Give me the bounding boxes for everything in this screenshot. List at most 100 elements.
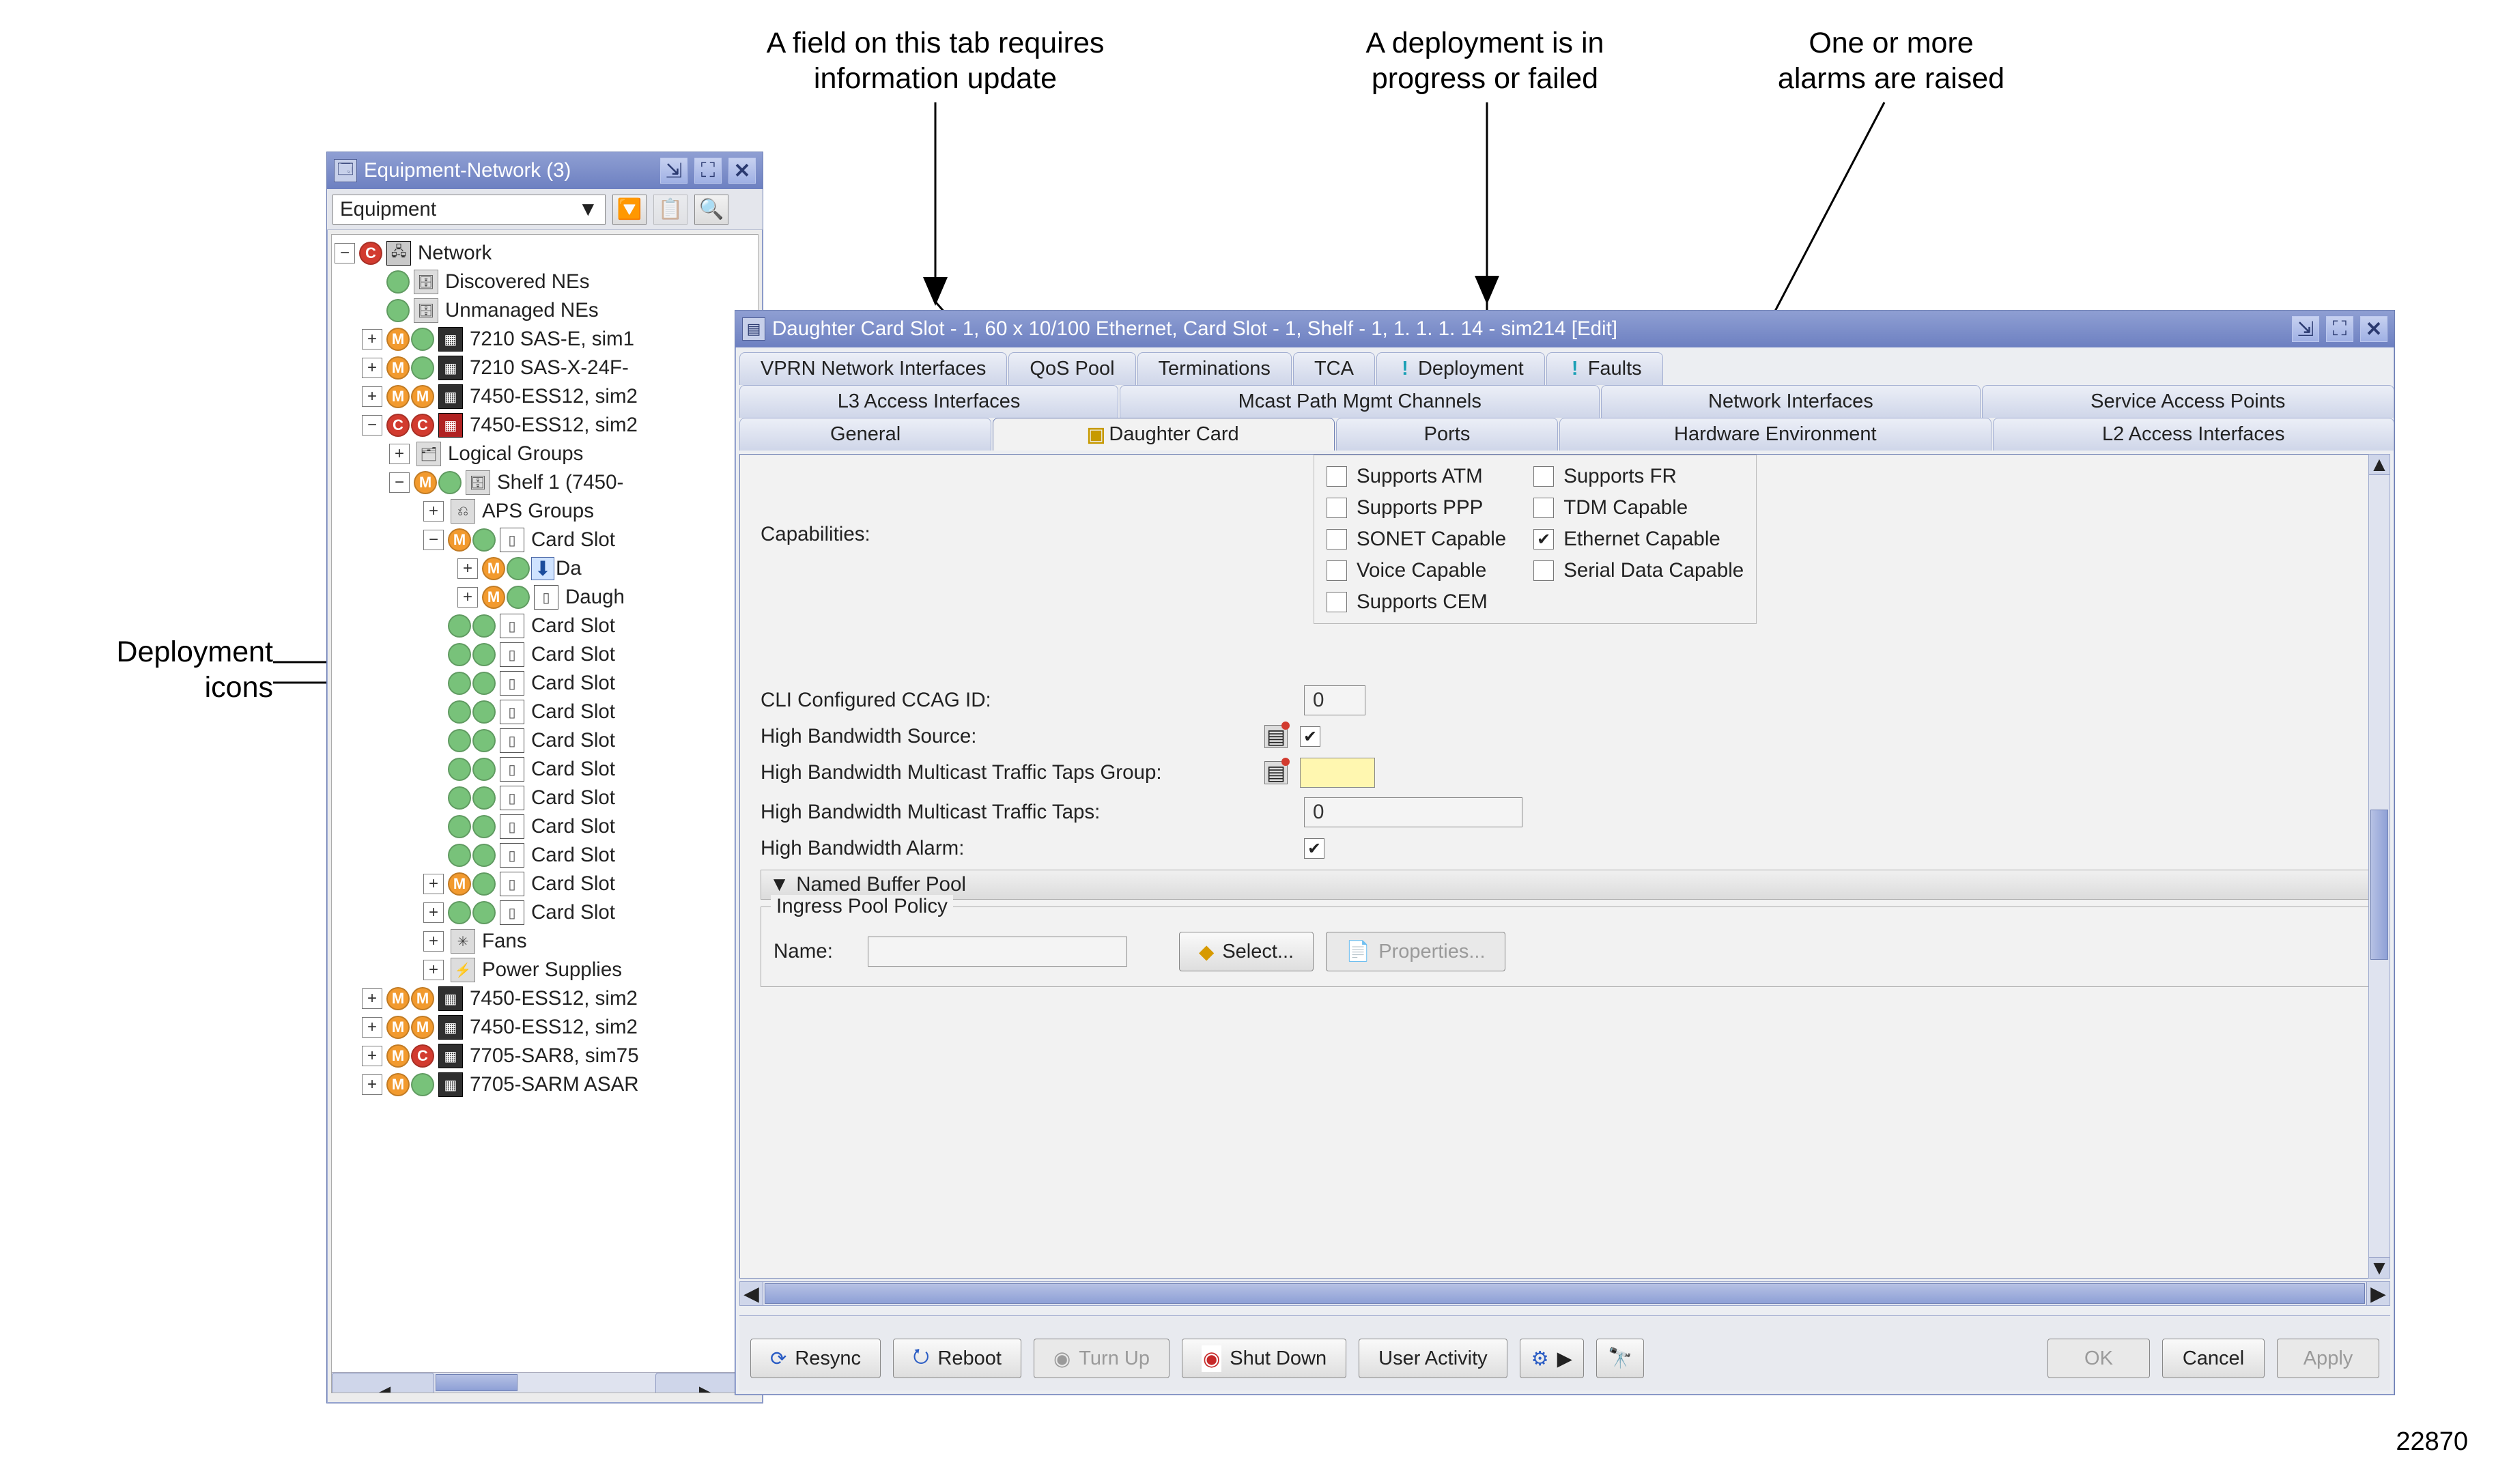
tree-item[interactable]: +M ▦7705-SARM ASAR (335, 1070, 755, 1099)
tab-tca[interactable]: TCA (1293, 352, 1375, 385)
user-activity-button[interactable]: User Activity (1359, 1339, 1507, 1378)
tree-item[interactable]: − CC ▦ 7450-ESS12, sim2 (335, 411, 755, 440)
filter-tree-button[interactable]: 🔽 (612, 195, 647, 225)
equipment-tree[interactable]: − C 🖧 Network 🗄 Discovered NEs 🗄 Unmanag… (331, 234, 759, 1393)
expand-toggle[interactable]: + (423, 902, 444, 923)
tree-item-selected[interactable]: + M ⬇ Da (335, 554, 755, 583)
expand-toggle[interactable]: + (362, 1046, 382, 1066)
tab-mcast[interactable]: Mcast Path Mgmt Channels (1120, 385, 1600, 418)
view-selector-dropdown[interactable]: Equipment ▼ (332, 195, 606, 225)
close-button[interactable]: ✕ (2360, 316, 2387, 342)
maximize-button[interactable]: ⛶ (2326, 316, 2353, 342)
tab-general[interactable]: General (739, 418, 991, 451)
tree-item[interactable]: − M 🗄 Shelf 1 (7450- (335, 468, 755, 497)
tree-item[interactable]: + 🗂 Logical Groups (335, 440, 755, 468)
hscroll-thumb[interactable] (765, 1283, 2365, 1304)
close-button[interactable]: ✕ (728, 158, 756, 184)
tree-item[interactable]: ▯Card Slot (335, 640, 755, 669)
tree-item[interactable]: ▯Card Slot (335, 784, 755, 812)
hbmttg-input[interactable] (1300, 758, 1375, 788)
panel-hscrollbar[interactable]: ◀ ▶ (739, 1281, 2390, 1306)
tree-item[interactable]: ▯Card Slot (335, 841, 755, 870)
panel-vscrollbar[interactable]: ▲ ▼ (2368, 454, 2390, 1279)
tree-item[interactable]: +MM▦7450-ESS12, sim2 (335, 984, 755, 1013)
tab-l3[interactable]: L3 Access Interfaces (739, 385, 1118, 418)
tab-faults[interactable]: !Faults (1546, 352, 1663, 385)
expand-toggle[interactable]: + (362, 1074, 382, 1095)
expand-toggle[interactable]: − (335, 243, 355, 263)
tree-item[interactable]: 🗄 Unmanaged NEs (335, 296, 755, 325)
tree-item[interactable]: ▯Card Slot (335, 698, 755, 726)
tree-item[interactable]: +MC▦7705-SAR8, sim75 (335, 1042, 755, 1070)
tree-item[interactable]: + MM ▦ 7450-ESS12, sim2 (335, 382, 755, 411)
hbs-checkbox[interactable]: ✔ (1300, 726, 1320, 747)
tab-deployment[interactable]: !Deployment (1376, 352, 1545, 385)
tree-item[interactable]: +M ▯Card Slot (335, 870, 755, 898)
shut-down-button[interactable]: ◉Shut Down (1182, 1339, 1346, 1378)
tab-terminations[interactable]: Terminations (1137, 352, 1292, 385)
tree-item[interactable]: + ▯Card Slot (335, 898, 755, 927)
tab-sap[interactable]: Service Access Points (1982, 385, 2395, 418)
expand-toggle[interactable]: + (362, 1017, 382, 1038)
detach-button[interactable]: ⇲ (2292, 316, 2319, 342)
detach-button[interactable]: ⇲ (660, 158, 688, 184)
tree-item[interactable]: 🗄 Discovered NEs (335, 268, 755, 296)
tree-item[interactable]: + M ▦ 7210 SAS-X-24F- (335, 354, 755, 382)
tree-item[interactable]: +⚡Power Supplies (335, 956, 755, 984)
tab-qos[interactable]: QoS Pool (1008, 352, 1135, 385)
scroll-down-button[interactable]: ▼ (2369, 1257, 2390, 1278)
tab-l2[interactable]: L2 Access Interfaces (1993, 418, 2395, 451)
scroll-left-button[interactable]: ◀ (332, 1373, 434, 1393)
expand-toggle[interactable]: + (362, 988, 382, 1009)
expand-toggle[interactable]: + (423, 874, 444, 894)
hba-checkbox[interactable]: ✔ (1304, 838, 1324, 859)
tree-item[interactable]: ▯Card Slot (335, 669, 755, 698)
tree-item[interactable]: ▯Card Slot (335, 612, 755, 640)
tree-item[interactable]: +✳Fans (335, 927, 755, 956)
settings-menu-button[interactable]: ⚙▶ (1520, 1339, 1584, 1378)
tree-item[interactable]: + M ▦ 7210 SAS-E, sim1 (335, 325, 755, 354)
expand-toggle[interactable]: + (362, 358, 382, 378)
named-buffer-pool-header[interactable]: ▼ Named Buffer Pool (761, 870, 2369, 900)
expand-toggle[interactable]: + (423, 931, 444, 952)
nav-titlebar[interactable]: 🗔 Equipment-Network (3) ⇲ ⛶ ✕ (327, 152, 763, 189)
tree-item[interactable]: +MM▦7450-ESS12, sim2 (335, 1013, 755, 1042)
expand-toggle[interactable]: + (362, 329, 382, 349)
name-input[interactable] (868, 937, 1127, 967)
tab-network-interfaces[interactable]: Network Interfaces (1601, 385, 1980, 418)
tree-item[interactable]: + M ▯ Daugh (335, 583, 755, 612)
tree-item[interactable]: ▯Card Slot (335, 726, 755, 755)
tab-ports[interactable]: Ports (1336, 418, 1558, 451)
expand-toggle[interactable]: + (362, 386, 382, 407)
tree-item[interactable]: − M ▯ Card Slot (335, 526, 755, 554)
expand-toggle[interactable]: + (423, 501, 444, 522)
scroll-up-button[interactable]: ▲ (2369, 455, 2390, 475)
maximize-button[interactable]: ⛶ (694, 158, 722, 184)
detail-titlebar[interactable]: ▤ Daughter Card Slot - 1, 60 x 10/100 Et… (735, 311, 2394, 347)
cancel-button[interactable]: Cancel (2162, 1339, 2265, 1378)
search-button[interactable]: 🔭 (1596, 1339, 1644, 1378)
scroll-thumb[interactable] (436, 1374, 518, 1391)
tree-item[interactable]: ▯Card Slot (335, 812, 755, 841)
expand-toggle[interactable]: + (457, 558, 478, 579)
tab-vprn[interactable]: VPRN Network Interfaces (739, 352, 1007, 385)
tab-hardware-env[interactable]: Hardware Environment (1559, 418, 1991, 451)
select-button[interactable]: ◆Select... (1179, 932, 1314, 971)
tree-root[interactable]: − C 🖧 Network (335, 239, 755, 268)
reboot-button[interactable]: ⭮Reboot (893, 1339, 1021, 1378)
expand-toggle[interactable]: − (389, 472, 410, 493)
expand-toggle[interactable]: + (389, 444, 410, 464)
expand-toggle[interactable]: − (423, 530, 444, 550)
tree-hscrollbar[interactable]: ◀ ▶ (332, 1372, 758, 1393)
expand-toggle[interactable]: − (362, 415, 382, 436)
resync-button[interactable]: ⟳Resync (750, 1339, 881, 1378)
scroll-right-button[interactable]: ▶ (2366, 1282, 2390, 1305)
tree-item[interactable]: + ⎌ APS Groups (335, 497, 755, 526)
tab-daughter-card[interactable]: ▣Daughter Card (993, 418, 1335, 451)
expand-toggle[interactable]: + (457, 587, 478, 608)
find-ne-button[interactable]: 🔍 (694, 195, 728, 225)
vscroll-thumb[interactable] (2370, 810, 2388, 960)
expand-toggle[interactable]: + (423, 960, 444, 980)
tree-item[interactable]: ▯Card Slot (335, 755, 755, 784)
copy-button[interactable]: 📋 (653, 195, 688, 225)
